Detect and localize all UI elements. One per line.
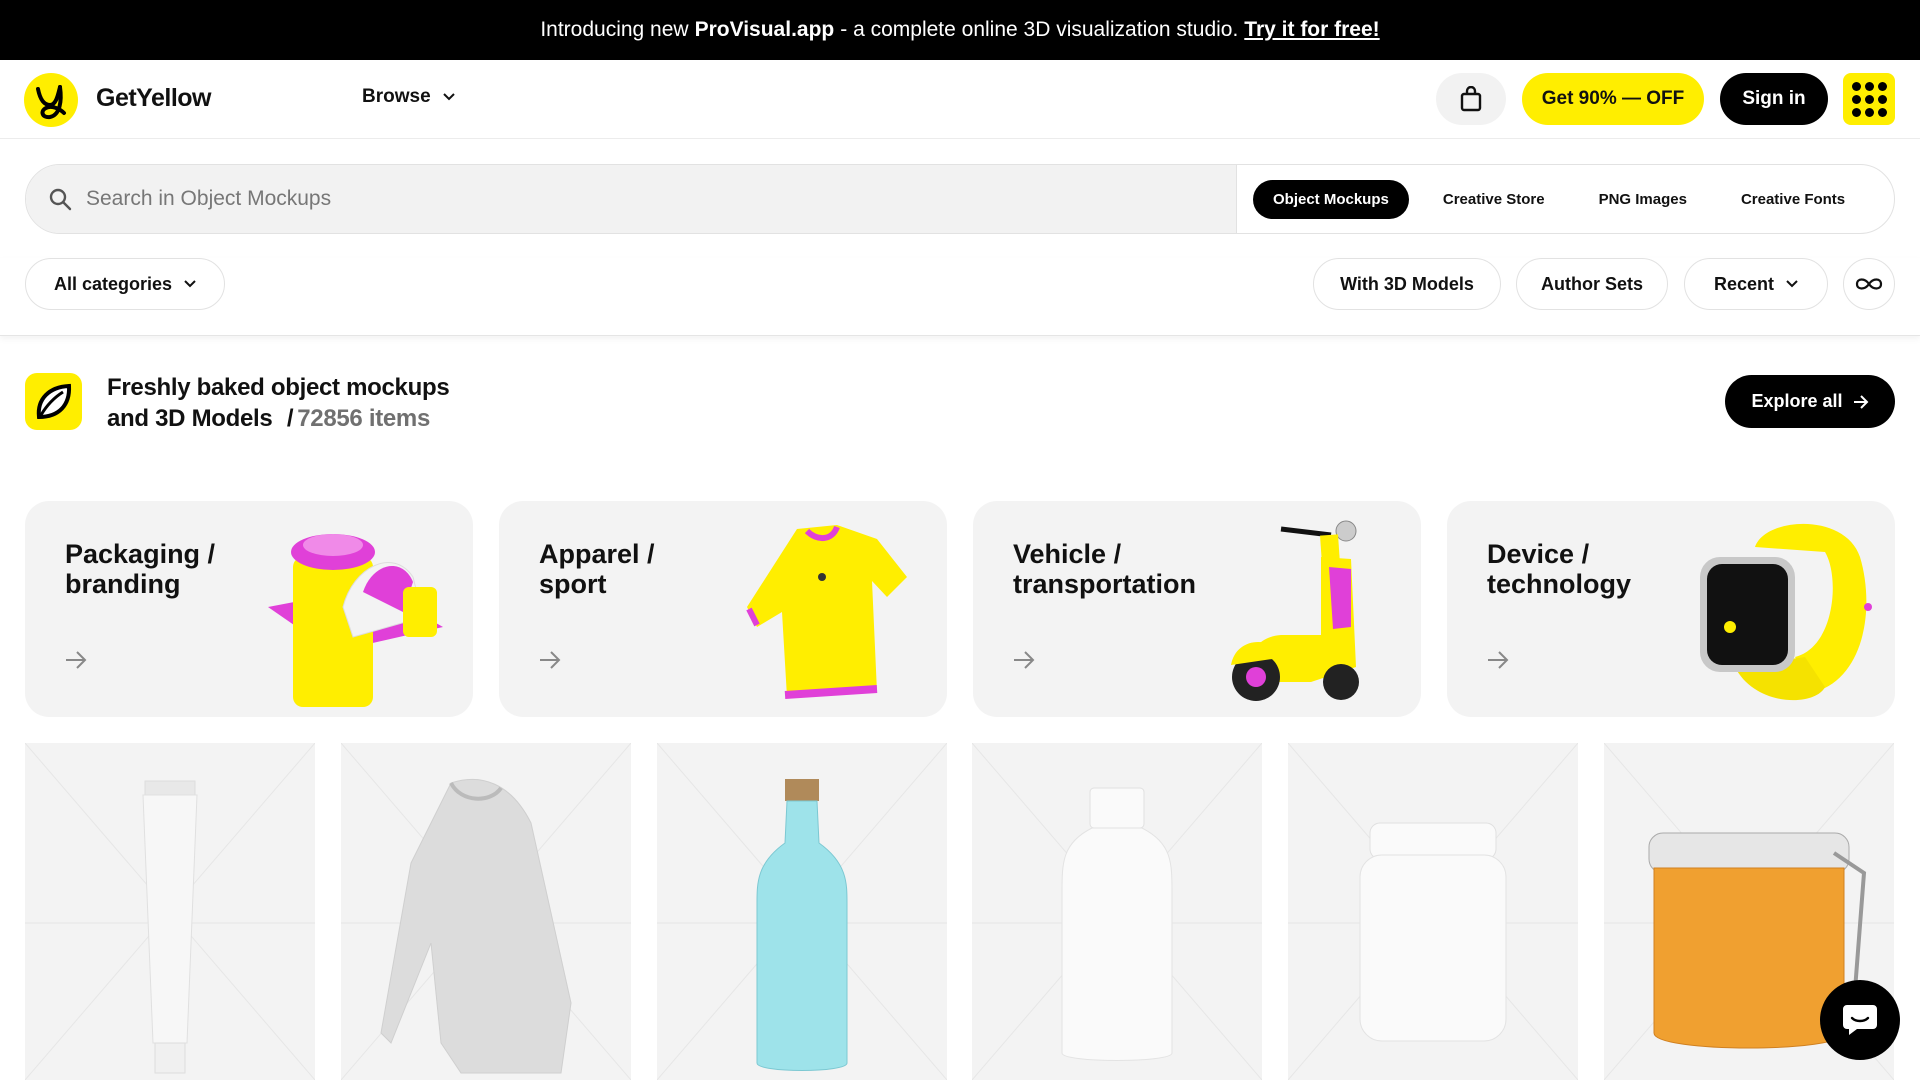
category-title-line1: Packaging / bbox=[65, 539, 216, 569]
promo-prefix: Introducing new bbox=[540, 18, 689, 41]
arrow-right-icon bbox=[66, 651, 87, 669]
getyellow-logo-icon[interactable] bbox=[24, 73, 78, 127]
search-icon bbox=[49, 188, 72, 211]
leaf-badge-icon bbox=[25, 373, 82, 430]
category-title-line2: branding bbox=[65, 569, 181, 599]
infinity-icon bbox=[1855, 278, 1883, 290]
with-3d-models-filter[interactable]: With 3D Models bbox=[1313, 258, 1501, 310]
search-scope-tabs: Object Mockups Creative Store PNG Images… bbox=[1236, 165, 1894, 233]
brand-name[interactable]: GetYellow bbox=[96, 84, 211, 113]
sign-in-button[interactable]: Sign in bbox=[1720, 73, 1828, 125]
shopping-bag-icon bbox=[1460, 86, 1482, 112]
item-count: 72856 items bbox=[297, 405, 431, 432]
category-title-line1: Apparel / bbox=[539, 539, 655, 569]
tube-image bbox=[142, 780, 198, 1074]
product-card-jacket[interactable] bbox=[341, 743, 631, 1080]
infinite-scroll-toggle[interactable] bbox=[1843, 258, 1895, 310]
category-card-packaging[interactable]: Packaging / branding bbox=[25, 501, 473, 717]
tab-png-images[interactable]: PNG Images bbox=[1579, 180, 1707, 219]
jacket-image bbox=[380, 778, 572, 1074]
category-card-apparel[interactable]: Apparel / sport bbox=[499, 501, 947, 717]
tshirt-image bbox=[746, 525, 907, 699]
product-card-bottle[interactable] bbox=[657, 743, 947, 1080]
chevron-down-icon bbox=[184, 280, 196, 288]
tab-creative-store[interactable]: Creative Store bbox=[1423, 180, 1565, 219]
arrow-right-icon bbox=[540, 651, 561, 669]
category-title: Device / technology bbox=[1487, 539, 1707, 599]
chat-support-button[interactable] bbox=[1820, 980, 1900, 1060]
all-categories-label: All categories bbox=[53, 273, 173, 294]
arrow-right-icon bbox=[1853, 394, 1868, 409]
discount-offer-button[interactable]: Get 90% — OFF bbox=[1522, 73, 1704, 125]
product-card-tube[interactable] bbox=[25, 743, 315, 1080]
author-sets-filter[interactable]: Author Sets bbox=[1516, 258, 1668, 310]
scooter-image bbox=[1231, 520, 1359, 701]
search-field bbox=[26, 165, 1236, 233]
category-title: Apparel / sport bbox=[539, 539, 759, 599]
section-separator: / bbox=[286, 405, 294, 432]
search-bar: Object Mockups Creative Store PNG Images… bbox=[25, 164, 1895, 234]
browse-menu[interactable]: Browse bbox=[362, 86, 455, 108]
explore-all-button[interactable]: Explore all bbox=[1725, 375, 1895, 428]
product-card-plastic-bottle[interactable] bbox=[972, 743, 1262, 1080]
plastic-bottle-image bbox=[1061, 787, 1173, 1061]
category-card-device[interactable]: Device / technology bbox=[1447, 501, 1895, 717]
sort-label: Recent bbox=[1713, 273, 1775, 294]
arrow-right-icon bbox=[1488, 651, 1509, 669]
chat-bubble-icon bbox=[1843, 1005, 1877, 1035]
apps-grid-icon[interactable] bbox=[1843, 73, 1895, 125]
category-title-line2: technology bbox=[1487, 569, 1632, 599]
section-title-line1: Freshly baked object mockups bbox=[107, 374, 450, 401]
arrow-right-icon bbox=[1014, 651, 1035, 669]
filter-bar: All categories With 3D Models Author Set… bbox=[0, 258, 1920, 336]
category-title-line1: Device / bbox=[1487, 539, 1590, 569]
promo-text: - a complete online 3D visualization stu… bbox=[840, 18, 1239, 41]
glass-bottle-image bbox=[756, 779, 848, 1071]
smartwatch-image bbox=[1700, 523, 1872, 701]
section-title: Freshly baked object mockups and 3D Mode… bbox=[107, 372, 450, 434]
product-card-jar[interactable] bbox=[1288, 743, 1578, 1080]
plastic-jar-image bbox=[1359, 822, 1507, 1042]
chevron-down-icon bbox=[442, 93, 455, 101]
tab-object-mockups[interactable]: Object Mockups bbox=[1253, 179, 1409, 219]
cart-button[interactable] bbox=[1436, 73, 1506, 125]
category-title: Packaging / branding bbox=[65, 539, 285, 599]
browse-label: Browse bbox=[362, 86, 431, 107]
promo-try-link[interactable]: Try it for free! bbox=[1244, 18, 1379, 42]
tab-creative-fonts[interactable]: Creative Fonts bbox=[1721, 180, 1865, 219]
all-categories-dropdown[interactable]: All categories bbox=[25, 258, 225, 310]
section-title-line2: and 3D Models bbox=[107, 405, 273, 432]
search-input[interactable] bbox=[86, 187, 1086, 211]
chevron-down-icon bbox=[1786, 280, 1798, 288]
category-title-line2: sport bbox=[539, 569, 607, 599]
promo-app-name: ProVisual.app bbox=[694, 18, 835, 41]
category-card-vehicle[interactable]: Vehicle / transportation bbox=[973, 501, 1421, 717]
promo-banner: Introducing new ProVisual.app - a comple… bbox=[0, 0, 1920, 60]
packaging-cup-image bbox=[268, 534, 443, 707]
sort-dropdown[interactable]: Recent bbox=[1684, 258, 1828, 310]
explore-all-label: Explore all bbox=[1751, 391, 1843, 411]
site-header: GetYellow Browse Get 90% — OFF Sign in bbox=[0, 60, 1920, 139]
